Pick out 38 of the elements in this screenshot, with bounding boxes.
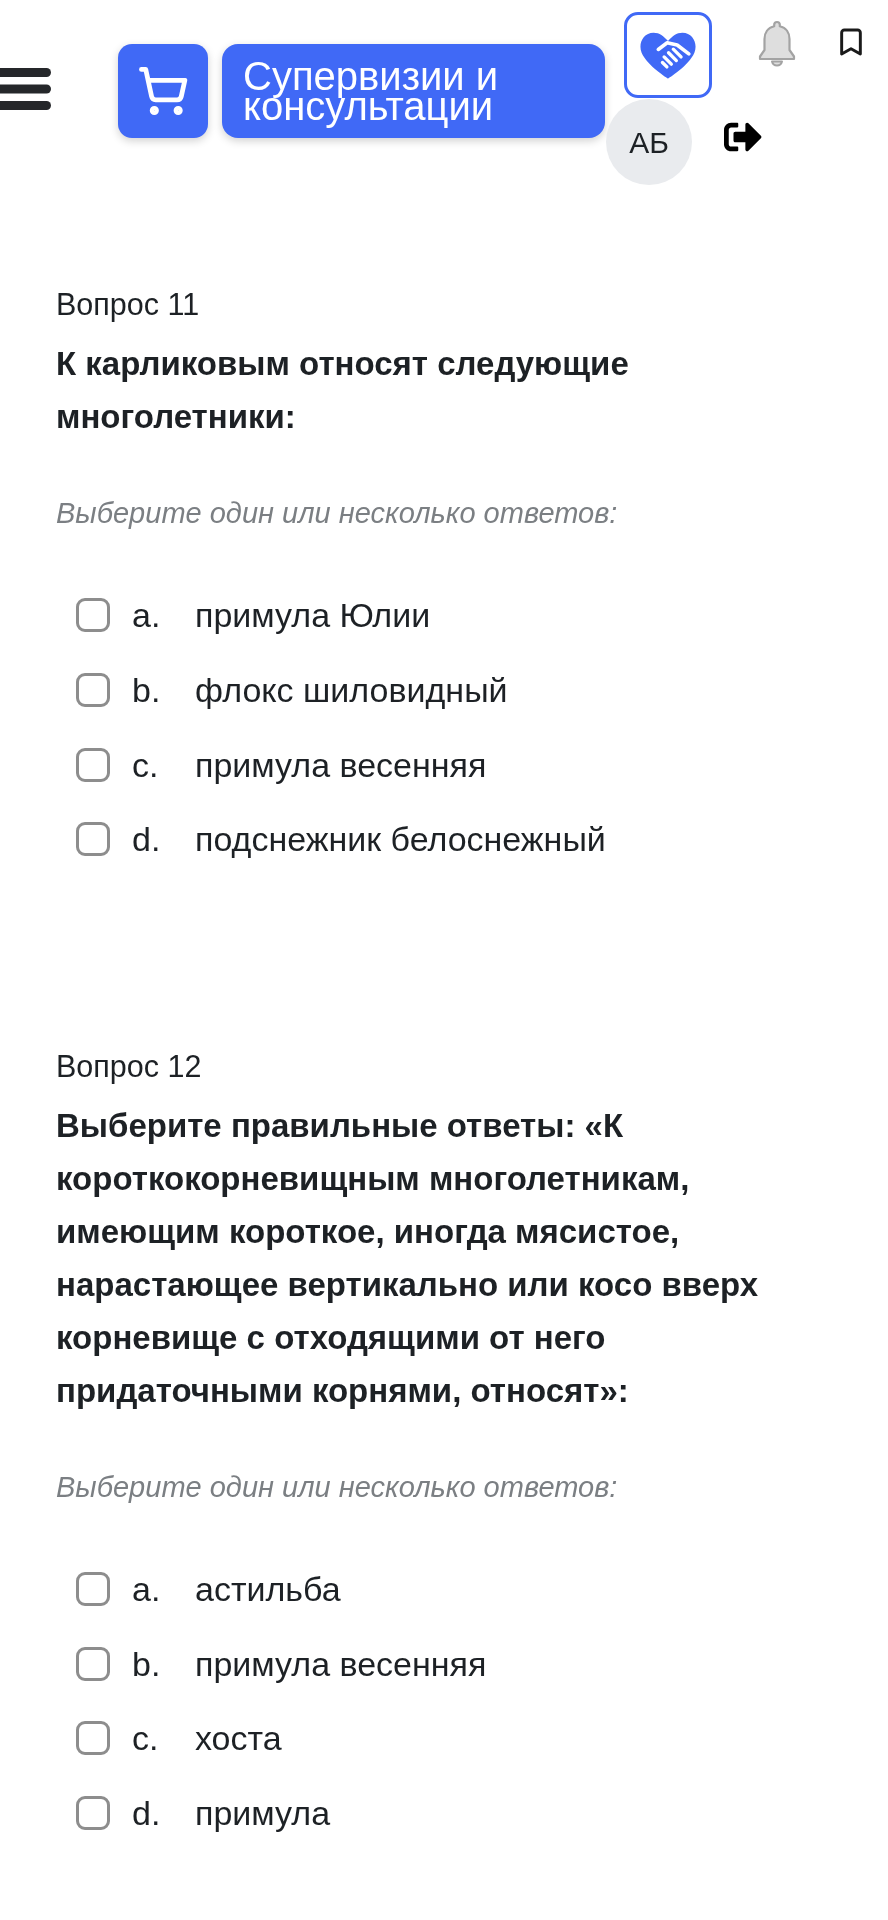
answer-instruction: Выберите один или несколько ответов: xyxy=(56,496,619,531)
checkbox[interactable] xyxy=(76,1572,110,1607)
question-number: Вопрос 11 xyxy=(56,286,201,323)
avatar[interactable]: АБ xyxy=(606,99,692,185)
checkbox[interactable] xyxy=(76,822,110,857)
option-label: хоста xyxy=(195,1718,282,1760)
heart-handshake-button[interactable] xyxy=(624,12,712,98)
checkbox[interactable] xyxy=(76,1796,110,1831)
option-label: подснежник белоснежный xyxy=(195,819,606,861)
bell-icon[interactable] xyxy=(756,18,798,68)
cart-icon xyxy=(137,65,189,117)
option-letter: d. xyxy=(132,819,162,861)
option-letter: c. xyxy=(132,1718,160,1760)
checkbox[interactable] xyxy=(76,747,110,782)
checkbox[interactable] xyxy=(76,673,110,708)
question-text: К карликовым относят следующие многолетники: xyxy=(56,344,630,437)
option-letter: b. xyxy=(132,1643,162,1685)
question-number: Вопрос 12 xyxy=(56,1047,203,1085)
option-label: примула xyxy=(195,1793,331,1835)
option-label: примула Юлии xyxy=(195,595,431,637)
option-letter: d. xyxy=(132,1793,162,1835)
option-letter: a. xyxy=(132,1569,162,1611)
option-label: астильба xyxy=(195,1569,341,1611)
option-label: примула весенняя xyxy=(195,1643,487,1685)
answer-instruction: Выберите один или несколько ответов: xyxy=(56,1469,619,1505)
heart-handshake-icon xyxy=(640,30,696,80)
question-text: Выберите правильные ответы: «К короткокорневищным многолетникам, имеющим короткое, иногда мясистое, нарастающее вертикально или косо вверх корневище с отходящими от него придаточными корнями, относят»: xyxy=(56,1105,760,1411)
checkbox[interactable] xyxy=(76,598,110,633)
option-letter: a. xyxy=(132,595,162,637)
supervision-button[interactable]: Супервизии и консультации xyxy=(222,44,605,138)
checkbox[interactable] xyxy=(76,1646,110,1681)
option-label: примула весенняя xyxy=(195,744,487,786)
option-letter: c. xyxy=(132,744,160,786)
menu-icon[interactable] xyxy=(0,68,51,110)
option-letter: b. xyxy=(132,670,162,712)
cart-button[interactable] xyxy=(118,44,208,138)
checkbox[interactable] xyxy=(76,1721,110,1756)
option-label: флокс шиловидный xyxy=(195,670,508,712)
